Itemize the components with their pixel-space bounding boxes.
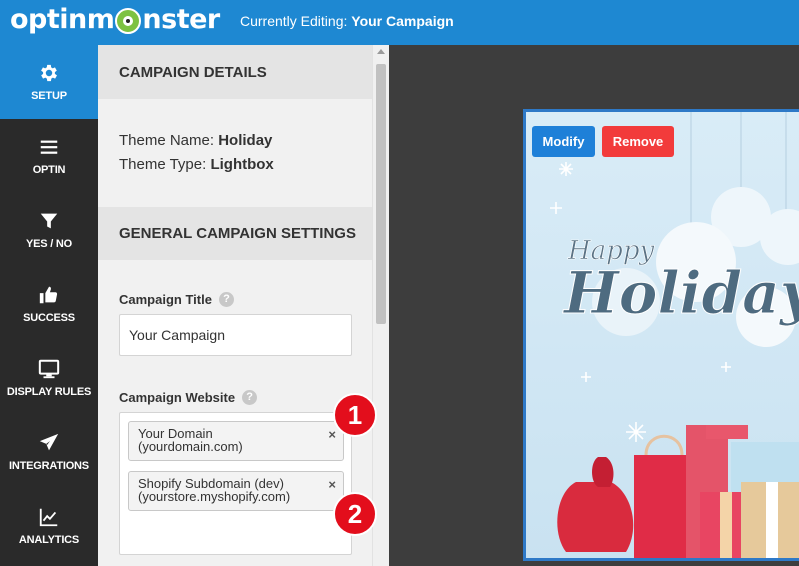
theme-name: Theme Name: Holiday <box>119 132 272 149</box>
nav-label-setup: SETUP <box>31 90 67 102</box>
nav-item-display-rules[interactable]: DISPLAY RULES <box>0 341 98 415</box>
theme-type-label: Theme Type: <box>119 156 207 173</box>
theme-type: Theme Type: Lightbox <box>119 156 274 173</box>
website-tag-domain: (yourstore.myshopify.com) <box>138 489 291 504</box>
campaign-website-label: Campaign Website ? <box>119 390 258 405</box>
gear-icon <box>41 64 57 82</box>
campaign-title-input[interactable]: Your Campaign <box>119 314 352 356</box>
menu-lines-icon <box>40 140 58 154</box>
line-chart-icon <box>39 508 58 527</box>
remove-tag-icon[interactable]: × <box>328 428 336 441</box>
nav-label-analytics: ANALYTICS <box>18 534 80 546</box>
top-bar: optinm nster Currently Editing: Your Camp… <box>0 0 799 45</box>
callout-badge-1: 1 <box>333 393 377 437</box>
scroll-up-arrow-icon[interactable] <box>377 49 385 54</box>
nav-item-integrations[interactable]: INTEGRATIONS <box>0 415 98 489</box>
website-tag-domain: (yourdomain.com) <box>138 439 243 454</box>
nav-label-optin: OPTIN <box>32 164 66 176</box>
holiday-theme-artwork: Happy Holiday <box>526 112 799 558</box>
monster-mascot-icon <box>115 7 142 34</box>
nav-item-yes-no[interactable]: YES / NO <box>0 193 98 267</box>
theme-type-value: Lightbox <box>210 156 274 173</box>
nav-label-display-rules: DISPLAY RULES <box>6 386 92 398</box>
theme-name-label: Theme Name: <box>119 132 215 149</box>
thumbs-up-icon <box>39 286 58 304</box>
nav-label-integrations: INTEGRATIONS <box>9 460 89 472</box>
logo-text-left: optinm <box>10 4 115 35</box>
campaign-website-select[interactable]: Your Domain (yourdomain.com) × Shopify S… <box>119 412 352 555</box>
remove-tag-icon[interactable]: × <box>328 478 336 491</box>
scroll-thumb[interactable] <box>376 64 386 324</box>
campaign-website-label-text: Campaign Website <box>119 390 236 405</box>
settings-panel: CAMPAIGN DETAILS Theme Name: Holiday The… <box>98 45 372 566</box>
modify-button[interactable]: Modify <box>532 126 595 157</box>
campaign-title-label-text: Campaign Title <box>119 292 212 307</box>
theme-name-value: Holiday <box>218 132 273 149</box>
callout-badge-2: 2 <box>333 492 377 536</box>
paper-plane-icon <box>39 433 59 451</box>
campaign-title-label: Campaign Title ? <box>119 292 234 307</box>
nav-item-setup[interactable]: SETUP <box>0 45 98 119</box>
help-icon[interactable]: ? <box>218 292 234 307</box>
nav-item-analytics[interactable]: ANALYTICS <box>0 489 98 563</box>
website-tag: Your Domain (yourdomain.com) × <box>128 421 344 461</box>
optinmonster-logo[interactable]: optinm nster <box>10 4 220 35</box>
editing-label: Currently Editing: <box>240 13 348 29</box>
nav-item-optin[interactable]: OPTIN <box>0 119 98 193</box>
campaign-name: Your Campaign <box>351 13 454 29</box>
website-tag: Shopify Subdomain (dev) (yourstore.mysho… <box>128 471 344 511</box>
monitor-icon <box>38 359 60 379</box>
nav-item-success[interactable]: SUCCESS <box>0 267 98 341</box>
funnel-icon <box>40 213 58 229</box>
panel-scrollbar[interactable] <box>372 45 389 566</box>
campaign-preview[interactable]: Happy Holiday Modify Remove <box>523 109 799 561</box>
general-settings-header: GENERAL CAMPAIGN SETTINGS <box>98 207 372 260</box>
holiday-text: Holiday <box>562 259 799 327</box>
currently-editing: Currently Editing: Your Campaign <box>240 13 454 29</box>
logo-text-right: nster <box>142 4 220 35</box>
remove-button[interactable]: Remove <box>602 126 674 157</box>
left-nav: SETUP OPTIN YES / NO SUCCESS DISPLAY RUL… <box>0 45 98 566</box>
nav-label-yes-no: YES / NO <box>25 238 73 250</box>
help-icon[interactable]: ? <box>242 390 258 405</box>
campaign-details-header: CAMPAIGN DETAILS <box>98 45 372 99</box>
nav-label-success: SUCCESS <box>23 312 75 324</box>
